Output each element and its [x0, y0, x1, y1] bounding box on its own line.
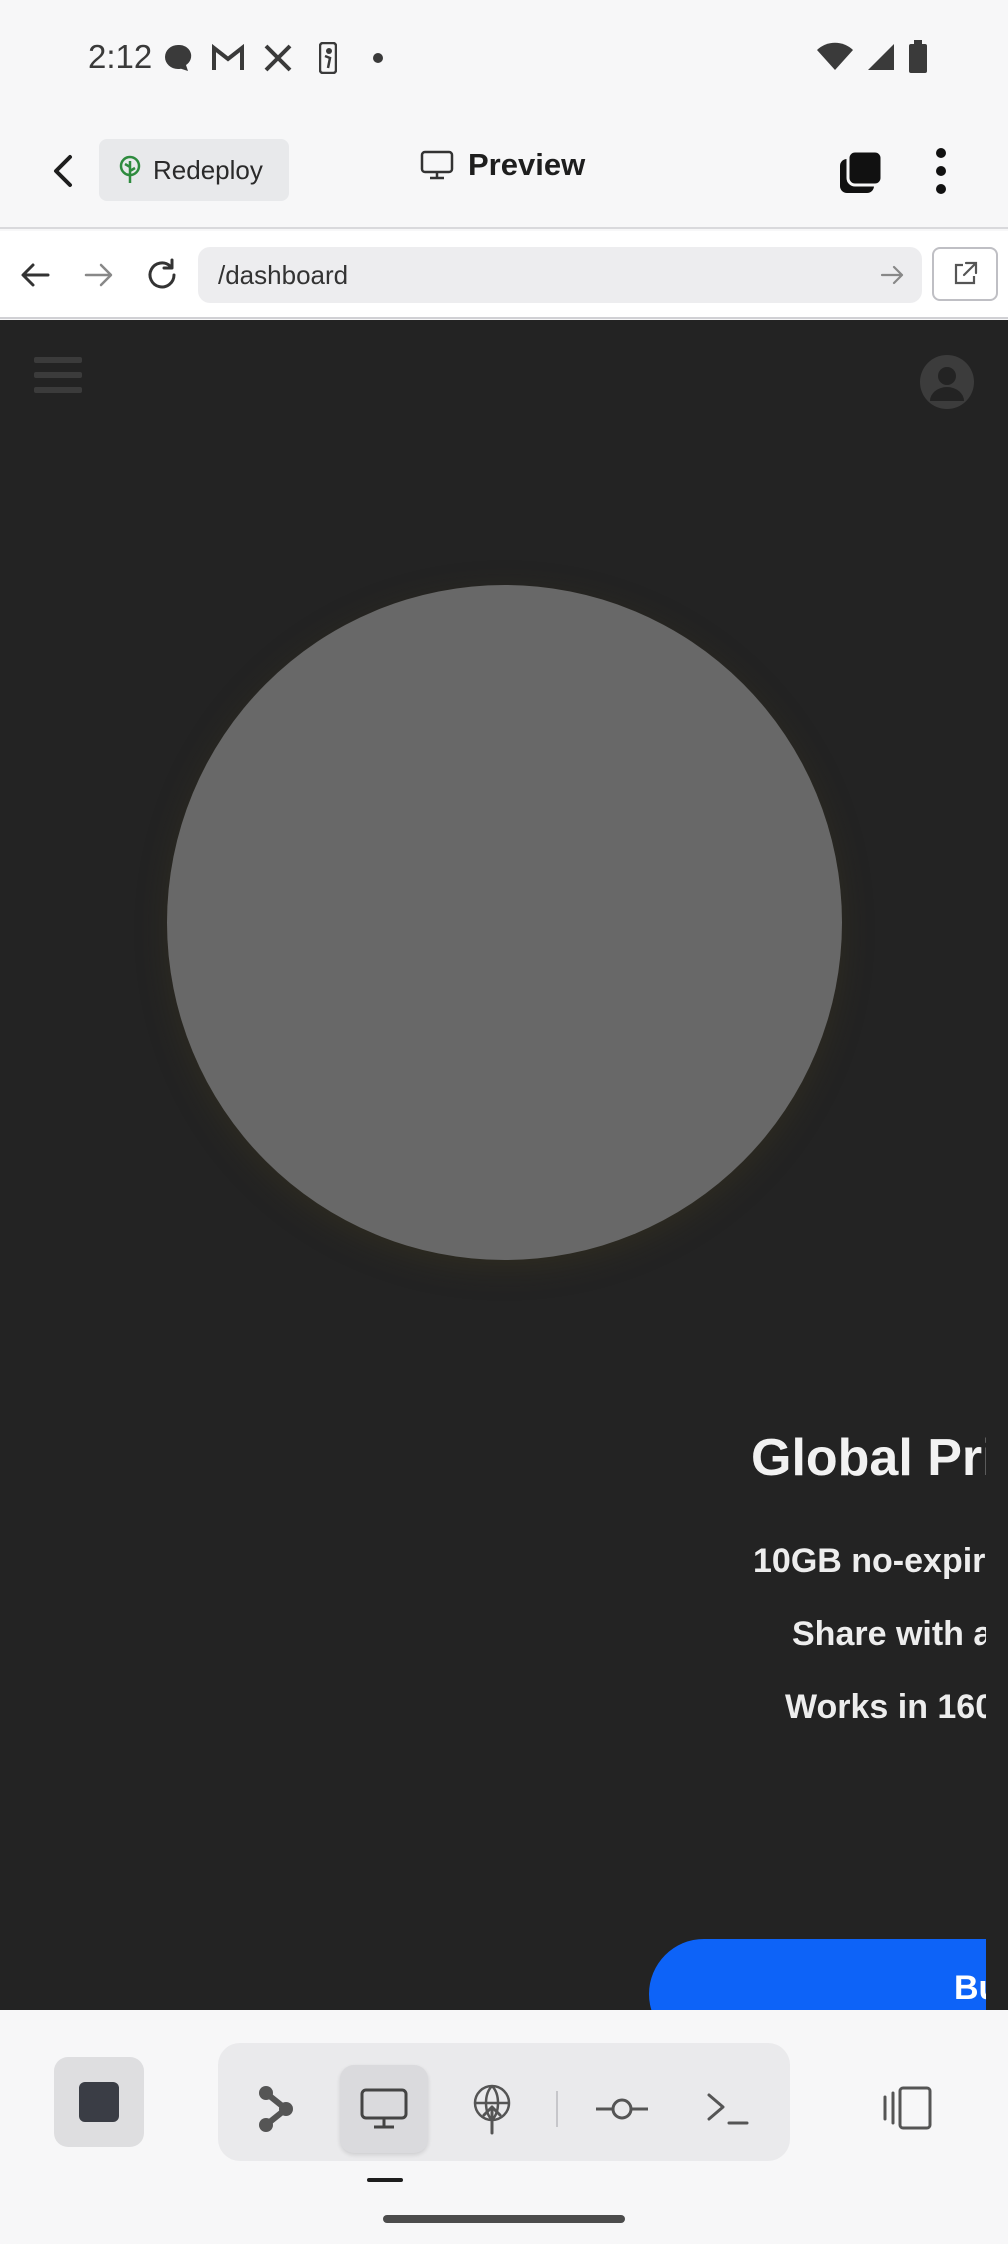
x-icon: [260, 40, 296, 76]
system-icons: [816, 40, 928, 79]
arrow-right-icon: [84, 263, 113, 287]
page-title: Preview: [468, 147, 586, 182]
tabs-button[interactable]: [836, 147, 886, 197]
cta-button[interactable]: Bu: [649, 1939, 986, 2010]
hero-title: Global Pri: [751, 1429, 986, 1487]
deploy-tool-button[interactable]: [448, 2065, 536, 2153]
graph-icon: [259, 2086, 293, 2132]
url-text: /dashboard: [218, 259, 349, 290]
split-view-button[interactable]: [878, 2078, 938, 2138]
split-view-icon: [883, 2086, 932, 2130]
reload-icon: [148, 258, 176, 289]
toolbar-divider: [556, 2091, 558, 2127]
feature-item: Works in 160: [785, 1688, 986, 1726]
status-time: 2:12: [88, 38, 153, 75]
open-external-button[interactable]: [932, 247, 998, 301]
gmail-icon: [210, 40, 246, 76]
globe-upload-icon: [473, 2084, 511, 2135]
terminal-icon: [707, 2093, 749, 2125]
preview-viewport: Global Pri 10GB no-expir Share with a Wo…: [0, 320, 1008, 2010]
chevron-left-icon: [54, 155, 72, 187]
stop-button[interactable]: [54, 2057, 144, 2147]
stop-icon: [79, 2082, 119, 2122]
reload-button[interactable]: [140, 253, 184, 297]
more-options-button[interactable]: [926, 145, 956, 197]
app-header: Redeploy Preview: [0, 115, 1008, 229]
tabs-icon: [840, 149, 884, 193]
cta-label: Bu: [954, 1969, 986, 2007]
commit-tool-button[interactable]: [578, 2065, 666, 2153]
feature-item: Share with a: [792, 1615, 986, 1653]
tool-group: [218, 2043, 790, 2161]
status-bar: 2:12: [0, 0, 1008, 115]
browser-back-button[interactable]: [14, 253, 58, 297]
commit-icon: [596, 2098, 648, 2120]
chat-bubble-icon: [160, 40, 196, 76]
battery-icon: [908, 40, 928, 79]
url-input[interactable]: /dashboard: [198, 247, 922, 303]
bottom-toolbar: [0, 2010, 1008, 2244]
feature-item: 10GB no-expir: [753, 1542, 986, 1580]
dot-icon: [360, 40, 396, 76]
graph-tool-button[interactable]: [232, 2065, 320, 2153]
hero-content: Global Pri 10GB no-expir Share with a Wo…: [0, 320, 986, 2010]
go-arrow-icon[interactable]: [878, 261, 906, 289]
url-bar: /dashboard: [0, 231, 1008, 319]
active-tab-indicator: [367, 2178, 403, 2182]
wifi-icon: [816, 42, 854, 77]
preview-title: Preview: [420, 147, 585, 183]
home-gesture-bar[interactable]: [383, 2215, 625, 2223]
nba-icon: [310, 40, 346, 76]
back-button[interactable]: [42, 149, 86, 193]
external-link-icon: [954, 261, 978, 285]
more-vertical-icon: [936, 148, 946, 194]
browser-forward-button[interactable]: [76, 253, 120, 297]
notification-icons: [160, 40, 396, 76]
arrow-left-icon: [21, 263, 50, 287]
monitor-icon: [420, 150, 454, 180]
cellular-signal-icon: [866, 42, 896, 77]
redeploy-label: Redeploy: [153, 154, 263, 185]
terminal-tool-button[interactable]: [684, 2065, 772, 2153]
tree-icon: [119, 155, 141, 183]
redeploy-button[interactable]: Redeploy: [99, 139, 289, 201]
preview-tool-button[interactable]: [340, 2065, 428, 2153]
monitor-icon: [360, 2088, 408, 2129]
